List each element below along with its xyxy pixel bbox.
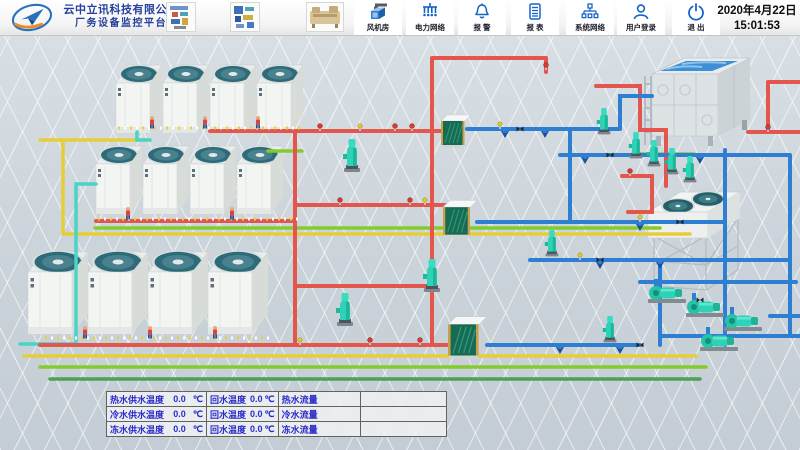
return-temp-value: 0.0: [250, 424, 263, 434]
company-title: 云中立讯科技有限公司 厂务设备监控平台: [60, 4, 182, 30]
nav-report[interactable]: 报 表: [511, 1, 559, 35]
nav-power-network[interactable]: 电力网络: [406, 1, 454, 35]
scada-window: 云中立讯科技有限公司 厂务设备监控平台: [0, 0, 800, 450]
nav-label: 风机房: [367, 22, 390, 33]
flow-label: 热水流量: [282, 395, 318, 405]
heat-pump-unit[interactable]: [116, 65, 162, 133]
plant-scene: [0, 36, 800, 450]
heat-pump-unit-large[interactable]: [28, 251, 88, 335]
heat-pump-unit[interactable]: [257, 65, 303, 133]
nav-label: 报 表: [526, 22, 543, 33]
water-pump[interactable]: [336, 293, 353, 326]
temperature-flow-table: 热水供水温度 0.0 ℃ 回水温度 0.0 ℃ 热水流量 冷水供水温度 0.0 …: [106, 391, 447, 437]
user-login-icon: [631, 2, 651, 22]
system-network-icon: [580, 2, 600, 22]
table-row-cold-water: 冷水供水温度 0.0 ℃ 回水温度 0.0 ℃ 冷水流量: [107, 407, 447, 422]
nav-user-login[interactable]: 用户登录: [617, 1, 665, 35]
alarm-icon: [472, 2, 492, 22]
nav-label: 电力网络: [415, 22, 445, 33]
heat-pump-unit[interactable]: [163, 65, 209, 133]
exit-icon: [686, 2, 706, 22]
nav-label: 退 出: [687, 22, 704, 33]
water-pump[interactable]: [343, 139, 360, 172]
heat-pump-unit[interactable]: [96, 146, 142, 214]
supply-temp-value: 0.0: [173, 394, 186, 404]
heat-pump-row-middle: [96, 146, 283, 214]
table-row-hot-water: 热水供水温度 0.0 ℃ 回水温度 0.0 ℃ 热水流量: [107, 392, 447, 407]
plate-heat-exchanger[interactable]: [443, 200, 478, 237]
tank-ladder: [645, 76, 651, 145]
water-pump[interactable]: [683, 156, 697, 182]
return-temp-label: 回水温度: [210, 423, 246, 436]
circulation-pump[interactable]: [686, 293, 724, 317]
fan-room-icon: [368, 2, 388, 22]
nav-label: 报 警: [473, 22, 490, 33]
return-temp-unit: ℃: [265, 394, 275, 405]
nav-system-network[interactable]: 系统网络: [566, 1, 614, 35]
report-icon: [525, 2, 545, 22]
circulation-pump[interactable]: [724, 307, 762, 331]
thumbnail-chiller[interactable]: [306, 2, 344, 32]
nav-exit[interactable]: 退 出: [672, 1, 720, 35]
plant-scene-svg: [0, 36, 800, 450]
heat-pump-unit-large[interactable]: [148, 251, 208, 335]
supply-temp-unit: ℃: [193, 424, 203, 435]
thumbnail-plant-1[interactable]: [166, 2, 196, 32]
return-temp-unit: ℃: [265, 424, 275, 435]
platform-name: 厂务设备监控平台: [60, 18, 182, 31]
time-text: 15:01:53: [714, 19, 800, 34]
plant-overview-icon: [231, 3, 259, 31]
supply-temp-value: 0.0: [173, 424, 186, 434]
company-logo-icon: [8, 2, 56, 33]
supply-temp-label: 热水供水温度: [110, 393, 164, 406]
return-temp-label: 回水温度: [210, 408, 246, 421]
heat-pump-unit[interactable]: [237, 146, 283, 214]
water-pump[interactable]: [603, 316, 617, 342]
heat-pump-unit[interactable]: [190, 146, 236, 214]
heat-pump-row-bottom: [28, 251, 268, 335]
heat-pump-row-top: [116, 65, 303, 133]
supply-temp-label: 冷水供水温度: [110, 408, 164, 421]
nav-fan-room[interactable]: 风机房: [354, 1, 402, 35]
date-text: 2020年4月22日: [714, 4, 800, 19]
water-tank[interactable]: [645, 58, 750, 146]
plate-heat-exchanger[interactable]: [448, 317, 487, 359]
chiller-photo-icon: [307, 3, 343, 31]
return-temp-value: 0.0: [250, 409, 263, 419]
supply-temp-value: 0.0: [173, 409, 186, 419]
heat-pump-unit[interactable]: [210, 65, 256, 133]
heat-pump-unit-large[interactable]: [208, 251, 268, 335]
company-name: 云中立讯科技有限公司: [60, 4, 182, 18]
return-temp-unit: ℃: [265, 409, 275, 420]
datetime-display: 2020年4月22日 15:01:53: [714, 4, 800, 34]
header-bar: 云中立讯科技有限公司 厂务设备监控平台: [0, 0, 800, 36]
supply-temp-label: 冻水供水温度: [110, 423, 164, 436]
flow-label: 冷水流量: [282, 410, 318, 420]
nav-alarm[interactable]: 报 警: [458, 1, 506, 35]
return-temp-value: 0.0: [250, 394, 263, 404]
plant-overview-icon: [167, 3, 195, 31]
flow-label: 冻水流量: [282, 425, 318, 435]
heat-pump-unit[interactable]: [143, 146, 189, 214]
nav-label: 系统网络: [575, 22, 605, 33]
heat-pump-unit-large[interactable]: [88, 251, 148, 335]
supply-temp-unit: ℃: [193, 394, 203, 405]
plate-heat-exchanger[interactable]: [441, 115, 471, 148]
supply-temp-unit: ℃: [193, 409, 203, 420]
thumbnail-plant-2[interactable]: [230, 2, 260, 32]
return-temp-label: 回水温度: [210, 393, 246, 406]
nav-label: 用户登录: [626, 22, 656, 33]
table-row-chilled-water: 冻水供水温度 0.0 ℃ 回水温度 0.0 ℃ 冻水流量: [107, 422, 447, 437]
power-network-icon: [420, 2, 440, 22]
